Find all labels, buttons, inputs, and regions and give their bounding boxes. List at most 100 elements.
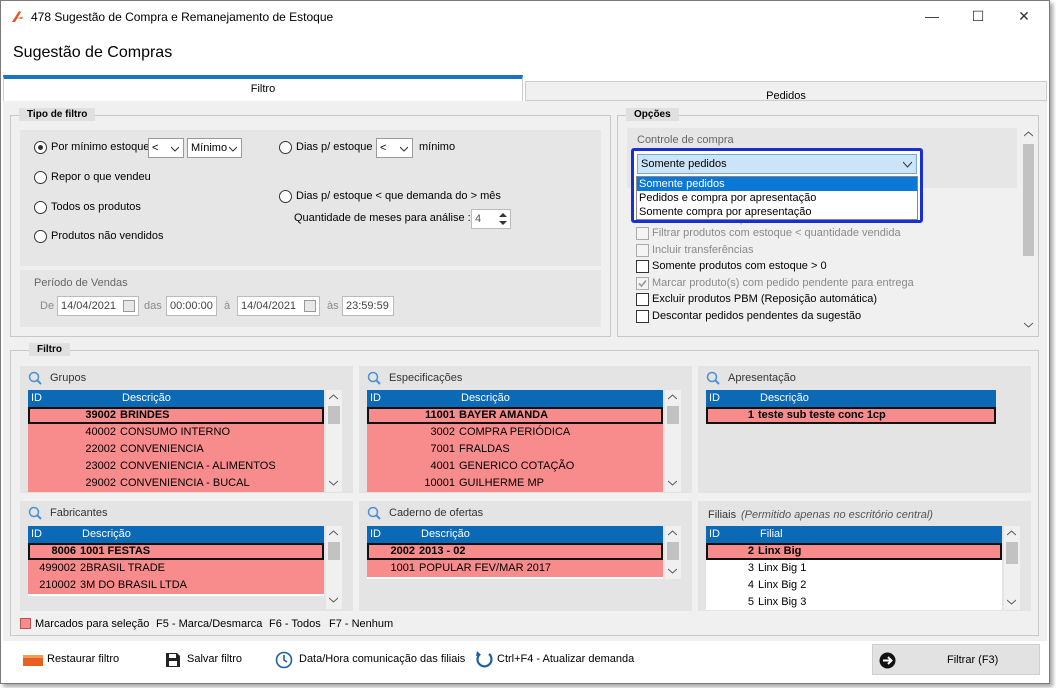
col-header-id[interactable]: ID xyxy=(31,390,42,407)
caderno-grid[interactable]: ID Descrição 2002 2013 - 02 1001 POPULAR FEV/… xyxy=(367,526,663,579)
datahora-button[interactable]: Data/Hora comunicação das filiais xyxy=(275,651,465,669)
scroll-up-icon[interactable] xyxy=(1024,131,1033,137)
table-row[interactable]: 3002 COMPRA PERIÓDICA xyxy=(367,424,663,441)
calendar-icon[interactable] xyxy=(123,300,135,312)
search-icon[interactable] xyxy=(28,371,42,385)
por-minimo-radio[interactable] xyxy=(34,141,47,154)
table-row[interactable]: 7001 FRALDAS xyxy=(367,441,663,458)
table-row[interactable]: 4001 GENERICO COTAÇÃO xyxy=(367,458,663,475)
option-checkbox[interactable] xyxy=(636,293,649,306)
table-row[interactable]: 23002 CONVENIENCIA - ALIMENTOS xyxy=(28,458,324,475)
scroll-thumb[interactable] xyxy=(1006,542,1018,564)
restaurar-filtro-button[interactable]: Restaurar filtro xyxy=(23,653,119,666)
col-header-desc[interactable]: Descrição xyxy=(122,390,171,407)
col-header-id[interactable]: ID xyxy=(31,526,42,543)
apresentacao-grid[interactable]: ID Descrição 1 teste sub teste conc 1cp xyxy=(706,390,996,430)
search-icon[interactable] xyxy=(706,371,720,385)
scroll-down-icon[interactable] xyxy=(1007,599,1016,605)
scroll-down-icon[interactable] xyxy=(668,568,677,574)
col-header-desc[interactable]: Descrição xyxy=(760,390,809,407)
scroll-thumb[interactable] xyxy=(1023,144,1034,256)
caderno-scrollbar[interactable] xyxy=(665,526,681,579)
col-header-id[interactable]: ID xyxy=(709,390,720,407)
col-header-desc[interactable]: Descrição xyxy=(421,526,470,543)
scroll-down-icon[interactable] xyxy=(668,480,677,486)
fabricantes-grid[interactable]: ID Descrição 8006 1001 FESTAS 499002 2BRASIL … xyxy=(28,526,324,596)
a-date-field[interactable]: 14/04/2021 xyxy=(237,296,320,316)
scroll-down-icon[interactable] xyxy=(329,480,338,486)
search-icon[interactable] xyxy=(367,371,381,385)
atualizar-demanda-button[interactable]: Ctrl+F4 - Atualizar demanda xyxy=(475,651,634,668)
especificacoes-scrollbar[interactable] xyxy=(665,390,681,492)
option-checkbox[interactable] xyxy=(636,309,649,323)
tab-filtro[interactable]: Filtro xyxy=(3,75,523,101)
close-button[interactable]: ✕ xyxy=(1001,1,1047,33)
scroll-up-icon[interactable] xyxy=(1007,530,1016,536)
table-row[interactable]: 39002 BRINDES xyxy=(28,407,324,424)
scroll-thumb[interactable] xyxy=(328,542,340,560)
option-checkbox[interactable] xyxy=(636,227,649,240)
col-header-id[interactable]: ID xyxy=(370,526,381,543)
table-row[interactable]: 8006 1001 FESTAS xyxy=(28,543,324,560)
table-row[interactable]: 4 Linx Big 2 xyxy=(706,577,1002,594)
dropdown-option[interactable]: Somente pedidos xyxy=(637,177,917,191)
table-row[interactable]: 40002 CONSUMO INTERNO xyxy=(28,424,324,441)
table-row[interactable]: 29002 CONVENIENCIA - BUCAL xyxy=(28,475,324,492)
table-row[interactable]: 2 Linx Big xyxy=(706,543,1002,560)
todos-radio[interactable] xyxy=(34,201,47,214)
scroll-thumb[interactable] xyxy=(667,406,679,424)
especificacoes-grid[interactable]: ID Descrição 11001 BAYER AMANDA 3002 COMPRA P… xyxy=(367,390,663,492)
scroll-up-icon[interactable] xyxy=(668,530,677,536)
col-header-id[interactable]: ID xyxy=(370,390,381,407)
search-icon[interactable] xyxy=(28,506,42,520)
qtd-meses-spinner[interactable]: 4 xyxy=(471,209,511,229)
scroll-down-icon[interactable] xyxy=(329,597,338,603)
table-row[interactable]: 3 Linx Big 1 xyxy=(706,560,1002,577)
dropdown-option[interactable]: Somente compra por apresentação xyxy=(637,205,917,219)
dropdown-option[interactable]: Pedidos e compra por apresentação xyxy=(637,191,917,205)
scroll-up-icon[interactable] xyxy=(668,394,677,400)
table-row[interactable]: 1 teste sub teste conc 1cp xyxy=(706,407,996,424)
scroll-thumb[interactable] xyxy=(667,542,679,560)
controle-select[interactable]: Somente pedidos xyxy=(637,154,917,174)
table-row[interactable]: 499002 2BRASIL TRADE xyxy=(28,560,324,577)
scroll-down-icon[interactable] xyxy=(1024,322,1033,328)
col-header-id[interactable]: ID xyxy=(709,526,720,543)
grupos-scrollbar[interactable] xyxy=(326,390,342,492)
operator-select-1[interactable]: < xyxy=(148,138,184,158)
scroll-up-icon[interactable] xyxy=(329,394,338,400)
de-date-field[interactable]: 14/04/2021 xyxy=(57,296,139,316)
col-header-desc[interactable]: Filial xyxy=(760,526,783,543)
calendar-icon[interactable] xyxy=(304,300,316,312)
nao-vendidos-radio[interactable] xyxy=(34,230,47,243)
search-icon[interactable] xyxy=(367,506,381,520)
maximize-button[interactable]: ☐ xyxy=(955,1,1001,33)
dias-estoque-radio[interactable] xyxy=(279,141,292,154)
table-row[interactable]: 1001 POPULAR FEV/MAR 2017 xyxy=(367,560,663,577)
table-row[interactable]: 10001 GUILHERME MP xyxy=(367,475,663,492)
tab-pedidos[interactable]: Pedidos xyxy=(525,81,1047,102)
operator-select-2[interactable]: < xyxy=(376,138,413,158)
option-checkbox[interactable] xyxy=(636,243,649,257)
repor-radio[interactable] xyxy=(34,171,47,184)
table-row[interactable]: 5 Linx Big 3 xyxy=(706,594,1002,610)
spinner-arrows-icon[interactable] xyxy=(498,211,508,227)
salvar-filtro-button[interactable]: Salvar filtro xyxy=(165,653,242,667)
option-checkbox[interactable] xyxy=(636,260,649,273)
grupos-grid[interactable]: ID Descrição 39002 BRINDES 40002 CONSUMO INTE… xyxy=(28,390,324,492)
option-checkbox[interactable] xyxy=(636,276,649,290)
table-row[interactable]: 2002 2013 - 02 xyxy=(367,543,663,560)
das-time-field[interactable]: 00:00:00 xyxy=(166,296,217,316)
minimize-button[interactable]: — xyxy=(909,1,955,33)
as-time-field[interactable]: 23:59:59 xyxy=(342,296,394,316)
table-row[interactable]: 11001 BAYER AMANDA xyxy=(367,407,663,424)
fabricantes-scrollbar[interactable] xyxy=(326,526,342,609)
table-row[interactable]: 22002 CONVENIENCIA xyxy=(28,441,324,458)
filtrar-button[interactable]: Filtrar (F3) xyxy=(872,644,1040,675)
minimo-select[interactable]: Mínimo xyxy=(187,138,242,158)
scroll-thumb[interactable] xyxy=(328,406,340,424)
opcoes-scrollbar[interactable] xyxy=(1021,128,1036,334)
filiais-scrollbar[interactable] xyxy=(1004,526,1020,610)
col-header-desc[interactable]: Descrição xyxy=(82,526,131,543)
table-row[interactable]: 210002 3M DO BRASIL LTDA xyxy=(28,577,324,594)
